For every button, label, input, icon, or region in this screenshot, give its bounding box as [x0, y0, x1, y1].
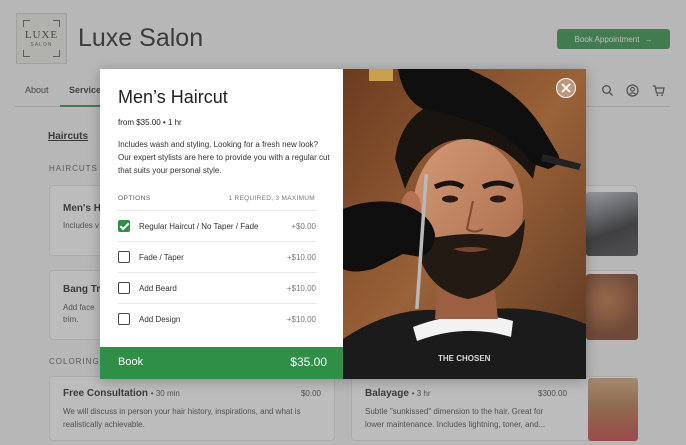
option-label: Add Design — [139, 315, 181, 324]
book-button[interactable]: Book $35.00 — [100, 347, 343, 379]
book-label: Book — [118, 356, 144, 368]
checkbox[interactable] — [118, 251, 130, 263]
option-price: +$10.00 — [286, 253, 316, 262]
option-price: +$0.00 — [291, 222, 316, 231]
option-label: Fade / Taper — [139, 253, 184, 262]
option-row[interactable]: Add Design +$10.00 — [118, 303, 316, 334]
option-label: Regular Haircut / No Taper / Fade — [139, 222, 259, 231]
book-total: $35.00 — [290, 355, 327, 369]
checkbox-checked[interactable] — [118, 220, 130, 232]
options-limit: 1 REQUIRED, 3 MAXIMUM — [228, 195, 315, 202]
svg-text:THE CHOSEN: THE CHOSEN — [438, 354, 491, 363]
options-heading: OPTIONS — [118, 195, 151, 202]
checkbox[interactable] — [118, 282, 130, 294]
close-icon — [560, 82, 571, 93]
option-row[interactable]: Add Beard +$10.00 — [118, 272, 316, 303]
option-row[interactable]: Fade / Taper +$10.00 — [118, 241, 316, 272]
option-label: Add Beard — [139, 284, 177, 293]
option-row[interactable]: Regular Haircut / No Taper / Fade +$0.00 — [118, 210, 316, 241]
modal-price-duration: from $35.00 • 1 hr — [118, 118, 182, 127]
service-photo: THE CHOSEN — [343, 69, 586, 379]
checkbox[interactable] — [118, 313, 130, 325]
barber-photo-illustration: THE CHOSEN — [343, 69, 586, 379]
modal-description: Includes wash and styling. Looking for a… — [118, 140, 330, 175]
modal-title: Men’s Haircut — [118, 87, 228, 107]
close-button[interactable] — [556, 78, 576, 98]
option-price: +$10.00 — [286, 315, 316, 324]
service-modal: Men’s Haircut from $35.00 • 1 hr Include… — [100, 69, 586, 379]
option-price: +$10.00 — [286, 284, 316, 293]
modal-details: Men’s Haircut from $35.00 • 1 hr Include… — [100, 69, 343, 379]
